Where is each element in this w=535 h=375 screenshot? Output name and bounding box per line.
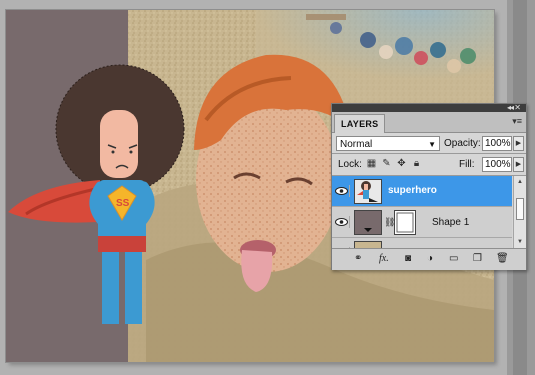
layer-thumbnail (354, 241, 382, 248)
opacity-label: Opacity: (444, 138, 481, 149)
lock-pixels-icon[interactable]: ✎ (381, 158, 392, 169)
svg-text:SS: SS (116, 198, 130, 209)
vector-mask-thumbnail (394, 210, 416, 235)
layer-row-shape-1[interactable]: ⛓ Shape 1 (332, 207, 512, 238)
lock-transparency-icon[interactable]: ▦ (366, 158, 377, 169)
lock-label: Lock: (338, 159, 362, 170)
fill-label: Fill: (459, 159, 475, 170)
layer-row-photo[interactable] (332, 238, 512, 248)
blend-mode-select[interactable]: Normal ▼ (336, 136, 440, 151)
fill-field[interactable]: 100% (482, 157, 512, 172)
panel-tab-bar: LAYERS ▾≡ (332, 112, 526, 133)
tab-layers[interactable]: LAYERS (334, 114, 386, 133)
layers-scrollbar[interactable]: ▲ ▼ (513, 176, 526, 248)
opacity-slider-arrow-icon[interactable]: ▶ (513, 136, 524, 151)
chevron-down-icon: ▼ (428, 140, 436, 149)
scrollbar-thumb[interactable] (516, 198, 524, 220)
layers-list[interactable]: superhero ⛓ Shape 1 (332, 176, 512, 248)
layers-footer: ⚭ fx. ◙ ◑ ▭ ❐ 🗑︎ (332, 248, 526, 270)
visibility-eye-icon[interactable] (335, 216, 350, 228)
layer-name[interactable]: superhero (388, 185, 437, 196)
visibility-eye-icon[interactable] (335, 185, 350, 197)
panel-title-bar[interactable]: ◂◂ ✕ (332, 103, 526, 112)
layer-row-superhero[interactable]: superhero (332, 176, 512, 207)
blend-mode-value: Normal (340, 139, 373, 150)
fill-slider-arrow-icon[interactable]: ▶ (513, 157, 524, 172)
collapse-panel-icon[interactable]: ◂◂ ✕ (507, 103, 521, 112)
blend-opacity-row: Normal ▼ Opacity: 100% ▶ (332, 133, 526, 153)
layers-panel[interactable]: ◂◂ ✕ LAYERS ▾≡ Normal ▼ Opacity: 100% ▶ … (331, 103, 527, 270)
fx-icon[interactable]: fx. (379, 253, 389, 265)
layer-thumbnail (354, 210, 382, 235)
lock-all-icon[interactable]: 🔒︎ (411, 158, 422, 169)
layer-name[interactable]: Shape 1 (432, 217, 469, 228)
adjustment-layer-icon[interactable]: ◑ (427, 253, 433, 265)
new-group-icon[interactable]: ▭ (449, 253, 458, 265)
layer-thumbnail (354, 179, 382, 204)
lock-position-icon[interactable]: ✥ (396, 158, 407, 169)
trash-icon[interactable]: 🗑︎ (496, 253, 509, 265)
link-layers-icon[interactable]: ⚭ (354, 253, 362, 265)
scroll-up-icon[interactable]: ▲ (514, 177, 526, 187)
panel-menu-icon[interactable]: ▾≡ (512, 116, 522, 127)
opacity-field[interactable]: 100% (482, 136, 512, 151)
lock-fill-row: Lock: ▦ ✎ ✥ 🔒︎ Fill: 100% ▶ (332, 154, 526, 175)
scroll-down-icon[interactable]: ▼ (514, 237, 526, 247)
new-layer-icon[interactable]: ❐ (473, 253, 482, 265)
layer-mask-icon[interactable]: ◙ (405, 253, 411, 265)
